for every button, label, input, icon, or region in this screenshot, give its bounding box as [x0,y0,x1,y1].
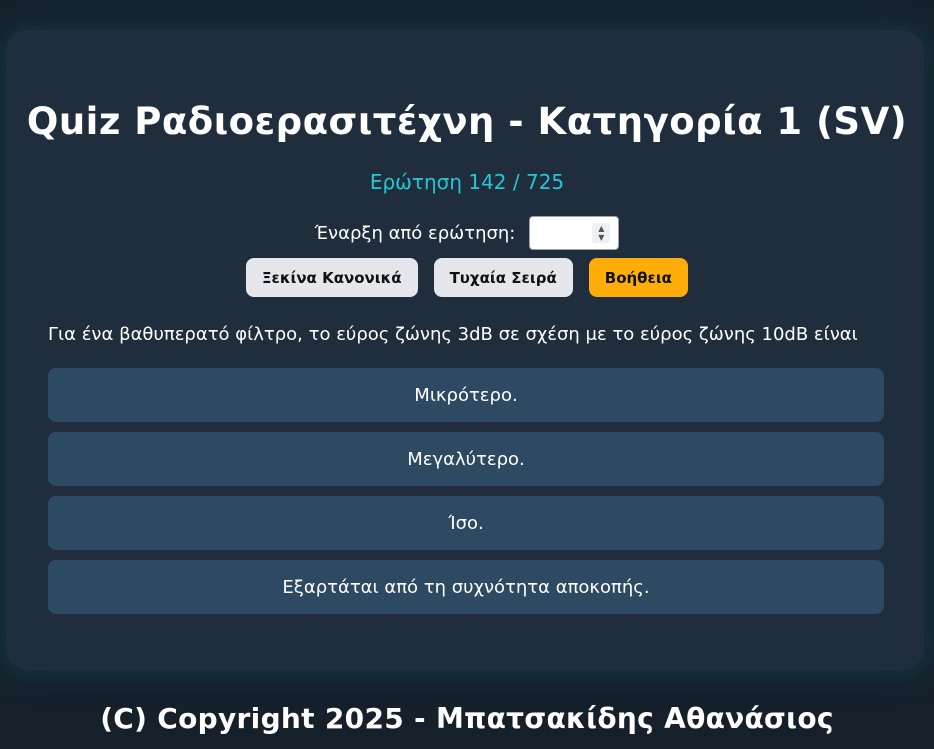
answer-list: Μικρότερο. Μεγαλύτερο. Ίσο. Εξαρτάται απ… [48,368,884,614]
start-question-input[interactable]: ▲ ▼ [529,216,620,250]
start-normal-button[interactable]: Ξεκίνα Κανονικά [246,258,418,297]
answer-option-2[interactable]: Μεγαλύτερο. [48,432,884,486]
button-row: Ξεκίνα Κανονικά Τυχαία Σειρά Βοήθεια [0,258,934,297]
answer-option-1[interactable]: Μικρότερο. [48,368,884,422]
random-order-button[interactable]: Τυχαία Σειρά [433,258,573,297]
question-counter: Ερώτηση 142 / 725 [369,170,565,194]
copyright-footer: (C) Copyright 2025 - Μπατσακίδης Αθανάσι… [100,702,834,735]
answer-option-3[interactable]: Ίσο. [48,496,884,550]
chevron-down-icon[interactable]: ▼ [598,233,604,242]
start-from-row: Έναρξη από ερώτηση: ▲ ▼ [0,216,934,250]
page-title: Quiz Ραδιοερασιτέχνη - Κατηγορία 1 (SV) [26,100,908,143]
number-spinner-icon[interactable]: ▲ ▼ [592,223,611,243]
question-text: Για ένα βαθυπερατό φίλτρο, το εύρος ζώνη… [48,324,858,345]
answer-option-4[interactable]: Εξαρτάται από τη συχνότητα αποκοπής. [48,560,884,614]
chevron-up-icon[interactable]: ▲ [598,224,604,233]
start-from-label: Έναρξη από ερώτηση: [314,222,516,244]
help-button[interactable]: Βοήθεια [588,258,688,297]
